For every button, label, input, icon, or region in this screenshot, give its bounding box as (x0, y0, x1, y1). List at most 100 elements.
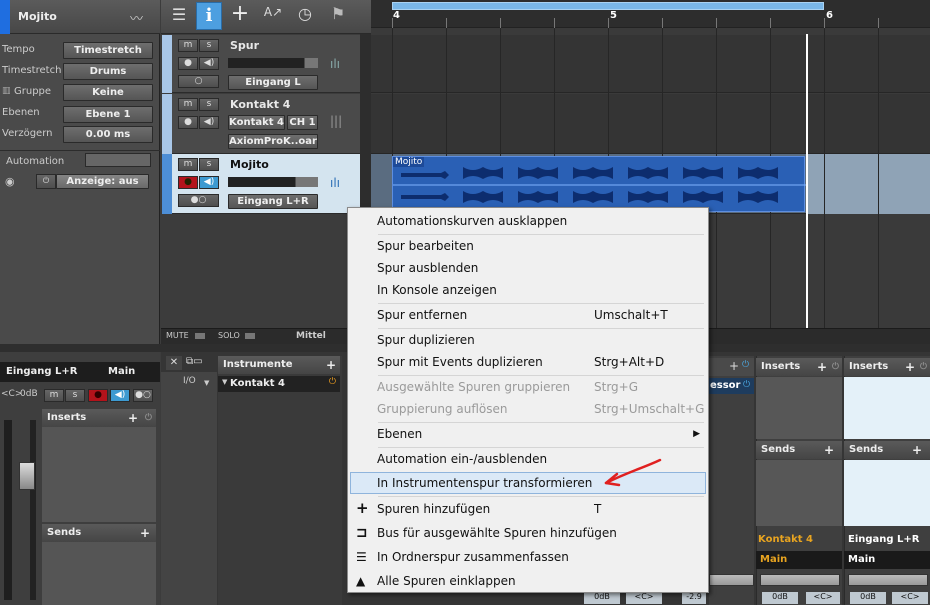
menu-item-layers[interactable]: Ebenen ▶ (350, 423, 706, 445)
power-icon[interactable]: ⏻ (920, 358, 927, 376)
track-name[interactable]: Mojito (230, 158, 269, 171)
menu-item-group-tracks[interactable]: Ausgewählte Spuren gruppieren Strg+G (350, 376, 706, 398)
monitor-button[interactable]: ◀) (199, 57, 219, 70)
strip-monitor[interactable]: ◀) (110, 389, 130, 402)
add-icon[interactable]: + (729, 359, 739, 373)
solo-button[interactable]: s (199, 39, 219, 52)
strip-c-name[interactable]: Eingang L+R (848, 534, 920, 545)
strip-a-plugin[interactable]: essor ⏻ (709, 378, 754, 394)
monitor-button[interactable]: ◀) (199, 176, 219, 189)
strip-b-name[interactable]: Kontakt 4 (758, 534, 813, 545)
add-icon[interactable]: + (817, 358, 827, 376)
strip-b-pan-slider[interactable] (760, 574, 840, 586)
strip-record[interactable]: ● (88, 389, 108, 402)
playhead[interactable] (806, 34, 808, 328)
mute-button[interactable]: m (178, 98, 198, 111)
automation-slot[interactable] (85, 153, 151, 167)
timestretch-select[interactable]: Drums (63, 63, 153, 80)
instrument-select[interactable]: Kontakt 4 (228, 115, 285, 130)
track-header-mojito[interactable]: m s ● ◀) ●○ Mojito Eingang L+R ılı (162, 154, 360, 214)
menu-item-expand-automation[interactable]: Automationskurven ausklappen (350, 210, 706, 232)
io-dropdown-icon[interactable]: ▼ (204, 379, 209, 387)
add-icon[interactable]: + (326, 356, 336, 374)
mute-all-button[interactable]: MUTE (166, 331, 189, 340)
track-header-spur[interactable]: m s ● ◀) ○ Spur Eingang L ılı (162, 35, 360, 93)
menu-item-edit-track[interactable]: Spur bearbeiten (350, 235, 706, 257)
menu-item-collapse-all[interactable]: ▲ Alle Spuren einklappen (350, 570, 706, 592)
audio-event[interactable]: Mojito (392, 156, 806, 212)
volume-slider[interactable] (228, 177, 318, 187)
strip-b-sends-panel[interactable] (756, 460, 842, 526)
automation-power-button[interactable]: ⏻ (36, 174, 56, 189)
input-monitor-button[interactable]: ●○ (178, 194, 219, 207)
solo-button[interactable]: s (199, 158, 219, 171)
strip-b-output[interactable]: Main (756, 551, 842, 569)
fader-handle[interactable] (19, 462, 35, 490)
input-monitor-button[interactable]: ○ (178, 75, 219, 88)
delay-value[interactable]: 0.00 ms (63, 126, 153, 143)
strip-c-inserts-panel[interactable] (844, 377, 930, 439)
strip-solo[interactable]: s (65, 389, 85, 402)
sends-panel[interactable] (42, 542, 156, 605)
power-icon[interactable]: ⏻ (145, 409, 152, 427)
menu-item-remove-track[interactable]: Spur entfernen Umschalt+T (350, 304, 706, 326)
menu-item-duplicate-with-events[interactable]: Spur mit Events duplizieren Strg+Alt+D (350, 351, 706, 373)
strip-input-label[interactable]: Eingang L+R (6, 366, 78, 377)
menu-item-folder-track[interactable]: ☰ In Ordnerspur zusammenfassen (350, 546, 706, 568)
menu-item-add-tracks[interactable]: + Spuren hinzufügen T (350, 498, 706, 520)
record-button[interactable]: ● (178, 176, 198, 189)
menu-item-add-bus[interactable]: ⊐ Bus für ausgewählte Spuren hinzufügen (350, 522, 706, 544)
clock-icon[interactable]: ◷ (293, 4, 317, 28)
track-header-kontakt[interactable]: m s ● ◀) Kontakt 4 Kontakt 4 CH 1 AxiomP… (162, 94, 360, 154)
volume-slider[interactable] (228, 58, 318, 68)
add-icon[interactable]: + (912, 441, 922, 459)
add-icon[interactable]: + (824, 441, 834, 459)
inspector-track-name[interactable]: Mojito (18, 10, 57, 23)
mute-button[interactable]: m (178, 158, 198, 171)
loop-range[interactable] (392, 2, 824, 10)
track-height-select[interactable]: Mittel (296, 331, 326, 341)
add-icon[interactable]: + (140, 524, 150, 542)
monitor-button[interactable]: ◀) (199, 116, 219, 129)
flag-icon[interactable]: ⚑ (326, 4, 350, 28)
layers-select[interactable]: Ebene 1 (63, 106, 153, 123)
group-select[interactable]: Keine (63, 84, 153, 101)
inserts-panel[interactable] (42, 427, 156, 522)
lane-kontakt[interactable] (371, 94, 930, 154)
menu-item-duplicate-track[interactable]: Spur duplizieren (350, 329, 706, 351)
strip-b-inserts-panel[interactable] (756, 377, 842, 439)
window-icon[interactable]: ⧉▭ (186, 356, 214, 370)
add-icon[interactable]: + (228, 3, 252, 27)
menu-item-ungroup[interactable]: Gruppierung auflösen Strg+Umschalt+G (350, 398, 706, 420)
mute-button[interactable]: m (178, 39, 198, 52)
record-button[interactable]: ● (178, 116, 198, 129)
eye-icon[interactable]: ◉ (5, 175, 15, 188)
lane-spur[interactable] (371, 35, 930, 93)
solo-button[interactable]: s (199, 98, 219, 111)
input-select[interactable]: Eingang L+R (228, 194, 318, 209)
instrument-item[interactable]: ▼ Kontakt 4 ⏻ (218, 376, 340, 392)
track-name[interactable]: Kontakt 4 (230, 98, 290, 111)
strip-c-output[interactable]: Main (844, 551, 930, 569)
power-icon[interactable]: ⏻ (742, 360, 749, 370)
mid-strip-pan-slider[interactable] (709, 574, 754, 586)
power-icon[interactable]: ⏻ (329, 377, 336, 387)
menu-item-hide-track[interactable]: Spur ausblenden (350, 257, 706, 279)
channel-select[interactable]: CH 1 (287, 115, 318, 130)
automation-display-select[interactable]: Anzeige: aus (56, 174, 149, 189)
tempo-select[interactable]: Timestretch (63, 42, 153, 59)
io-label[interactable]: I/O (183, 376, 196, 386)
power-icon[interactable]: ⏻ (832, 358, 839, 376)
solo-all-button[interactable]: SOLO (218, 331, 240, 340)
close-icon[interactable]: ✕ (166, 356, 182, 370)
add-icon[interactable]: + (905, 358, 915, 376)
expand-icon[interactable]: ▼ (222, 378, 227, 386)
automation-icon[interactable]: A↗ (260, 5, 286, 27)
strip-mute[interactable]: m (44, 389, 64, 402)
strip-c-sends-panel[interactable] (844, 460, 930, 526)
menu-item-show-in-console[interactable]: In Konsole anzeigen (350, 279, 706, 301)
info-icon[interactable]: i (196, 2, 222, 30)
midi-input-select[interactable]: AxiomProK..oard (228, 134, 318, 149)
instruments-tab[interactable]: Instrumente (223, 359, 293, 370)
input-select[interactable]: Eingang L (228, 75, 318, 90)
